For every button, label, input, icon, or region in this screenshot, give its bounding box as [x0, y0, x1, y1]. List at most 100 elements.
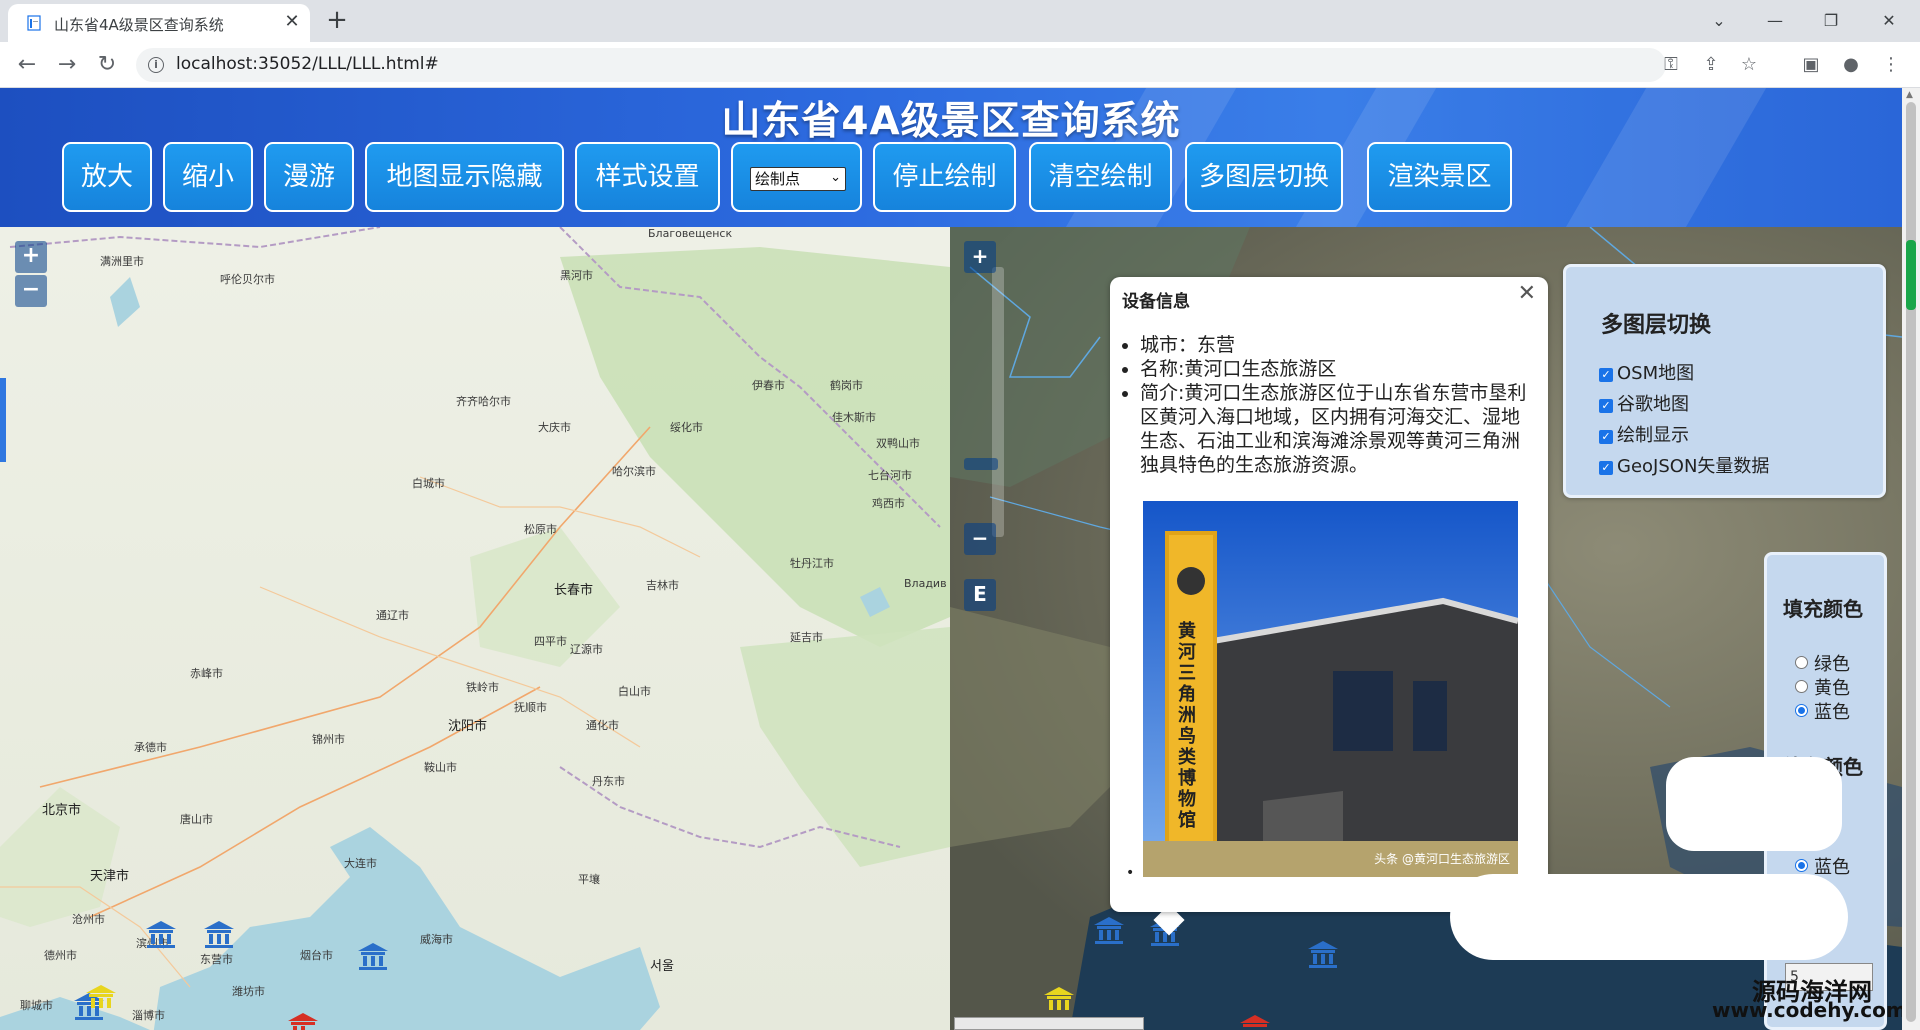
popup-city: 城市：东营 [1140, 333, 1532, 357]
map-label: 平壤 [578, 873, 600, 886]
scroll-up-icon[interactable]: ▲ [1906, 90, 1913, 100]
zoom-out-button[interactable]: 缩小 [163, 142, 253, 212]
layer-google-checkbox[interactable]: ✓ 谷歌地图 [1599, 390, 1689, 416]
scenic-marker-icon[interactable] [1306, 939, 1340, 969]
map-label: 德州市 [44, 949, 77, 962]
map-label: 丹东市 [592, 775, 625, 788]
page-scrollbar[interactable]: ▲ [1902, 88, 1920, 1030]
left-edge-tab[interactable] [0, 378, 6, 462]
checkbox-checked-icon[interactable]: ✓ [1599, 430, 1613, 444]
layer-draw-checkbox[interactable]: ✓ 绘制显示 [1599, 421, 1689, 447]
restore-icon[interactable]: ❐ [1808, 4, 1854, 38]
menu-icon[interactable]: ⋮ [1876, 50, 1906, 80]
map-label: 鹤岗市 [830, 379, 863, 392]
scenic-marker-icon[interactable] [1092, 915, 1126, 945]
browser-tab[interactable]: 山东省4A级景区查询系统 ✕ [8, 4, 310, 42]
zoom-in-button[interactable]: 放大 [62, 142, 152, 212]
reload-icon[interactable]: ↻ [92, 50, 122, 80]
left-zoom-out-button[interactable]: − [15, 275, 47, 307]
map-label: 서울 [650, 959, 674, 974]
map-label: 淄博市 [132, 1009, 165, 1022]
popup-description: 简介:黄河口生态旅游区位于山东省东营市垦利区黄河入海口地域，区内拥有河海交汇、湿… [1140, 381, 1532, 477]
map-label: 东营市 [200, 953, 233, 966]
map-label: 四平市 [534, 635, 567, 648]
zoom-slider-thumb[interactable] [964, 458, 998, 470]
window-close-icon[interactable]: ✕ [1866, 4, 1912, 38]
map-label: 沈阳市 [448, 719, 488, 734]
draw-type-select[interactable]: 绘制点 ⌄ [750, 167, 846, 191]
left-zoom-in-button[interactable]: + [15, 241, 47, 273]
map-label: 佳木斯市 [832, 411, 876, 424]
radio-icon[interactable] [1795, 680, 1808, 693]
scenic-marker-icon[interactable] [356, 941, 390, 971]
page-icon [27, 15, 41, 31]
occlusion-overlay [1450, 874, 1848, 960]
pan-button[interactable]: 漫游 [264, 142, 354, 212]
layer-osm-checkbox[interactable]: ✓ OSM地图 [1599, 359, 1694, 385]
osm-map[interactable]: + − Благовещенск 满洲里市 呼伦贝尔市 黑河市 齐齐哈尔市 大庆… [0, 227, 950, 1030]
scroll-indicator [1906, 240, 1916, 310]
site-info-icon[interactable]: i [148, 57, 164, 73]
map-label: 大连市 [344, 857, 377, 870]
tab-close-icon[interactable]: ✕ [280, 10, 304, 34]
right-zoom-out-button[interactable]: − [964, 523, 996, 555]
scenic-marker-icon[interactable] [84, 983, 118, 1013]
profile-avatar-icon[interactable]: ● [1836, 50, 1866, 80]
photo-caption: 头条 @黄河口生态旅游区 [1374, 852, 1510, 866]
scenic-marker-icon[interactable] [1042, 985, 1076, 1015]
new-tab-button[interactable]: + [322, 6, 352, 36]
tab-search-icon[interactable]: ⌄ [1696, 4, 1742, 38]
radio-icon[interactable] [1795, 656, 1808, 669]
fill-green-radio[interactable]: 绿色 [1795, 650, 1850, 676]
back-icon[interactable]: ← [12, 50, 42, 80]
map-label: Владив [904, 577, 947, 590]
fill-yellow-radio[interactable]: 黄色 [1795, 674, 1850, 700]
layer-label: GeoJSON矢量数据 [1617, 456, 1770, 477]
checkbox-checked-icon[interactable]: ✓ [1599, 399, 1613, 413]
map-label: 牡丹江市 [790, 557, 834, 570]
radio-label: 蓝色 [1814, 702, 1850, 723]
zoom-to-extent-button[interactable]: E [964, 579, 996, 611]
share-icon[interactable]: ⇪ [1696, 50, 1726, 80]
scenic-marker-icon[interactable] [286, 1011, 320, 1030]
map-label: 鸡西市 [872, 497, 905, 510]
layer-geojson-checkbox[interactable]: ✓ GeoJSON矢量数据 [1599, 452, 1769, 478]
url-text[interactable]: localhost:35052/LLL/LLL.html# [176, 54, 439, 74]
bookmark-star-icon[interactable]: ☆ [1734, 50, 1764, 80]
popup-close-icon[interactable]: ✕ [1518, 281, 1536, 306]
occlusion-overlay [1666, 757, 1842, 851]
map-label: 潍坊市 [232, 985, 265, 998]
forward-icon[interactable]: → [52, 50, 82, 80]
page-title: 山东省4A级景区查询系统 [721, 99, 1181, 144]
checkbox-checked-icon[interactable]: ✓ [1599, 368, 1613, 382]
popup-title: 设备信息 [1122, 292, 1190, 312]
radio-label: 黄色 [1814, 678, 1850, 699]
map-label: 双鸭山市 [876, 437, 920, 450]
fill-color-title: 填充颜色 [1783, 597, 1863, 621]
map-label: 白城市 [412, 477, 445, 490]
checkbox-checked-icon[interactable]: ✓ [1599, 461, 1613, 475]
watermark-url: www.codehy.com [1712, 998, 1907, 1022]
scenic-marker-icon[interactable] [144, 919, 178, 949]
map-label: 烟台市 [300, 949, 333, 962]
fill-blue-radio[interactable]: 蓝色 [1795, 698, 1850, 724]
layer-switch-button[interactable]: 多图层切换 [1185, 142, 1343, 212]
scenic-marker-icon[interactable] [202, 919, 236, 949]
scenic-marker-icon[interactable] [1238, 1013, 1272, 1030]
zoom-slider-track[interactable] [992, 267, 1004, 537]
map-label: Благовещенск [648, 227, 733, 240]
side-panel-icon[interactable]: ▣ [1796, 50, 1826, 80]
address-bar[interactable]: i localhost:35052/LLL/LLL.html# ⚿ ⇪ ☆ [136, 48, 1757, 82]
draw-type-value: 绘制点 [755, 170, 801, 188]
overview-map[interactable] [954, 1017, 1144, 1030]
key-icon[interactable]: ⚿ [1656, 50, 1686, 80]
style-settings-button[interactable]: 样式设置 [575, 142, 720, 212]
right-zoom-in-button[interactable]: + [964, 241, 996, 273]
stop-draw-button[interactable]: 停止绘制 [873, 142, 1016, 212]
radio-selected-icon[interactable] [1795, 704, 1808, 717]
minimize-icon[interactable]: — [1752, 4, 1798, 38]
toggle-map-button[interactable]: 地图显示隐藏 [365, 142, 564, 212]
radio-selected-icon[interactable] [1795, 859, 1808, 872]
clear-draw-button[interactable]: 清空绘制 [1029, 142, 1172, 212]
render-scenic-button[interactable]: 渲染景区 [1367, 142, 1512, 212]
